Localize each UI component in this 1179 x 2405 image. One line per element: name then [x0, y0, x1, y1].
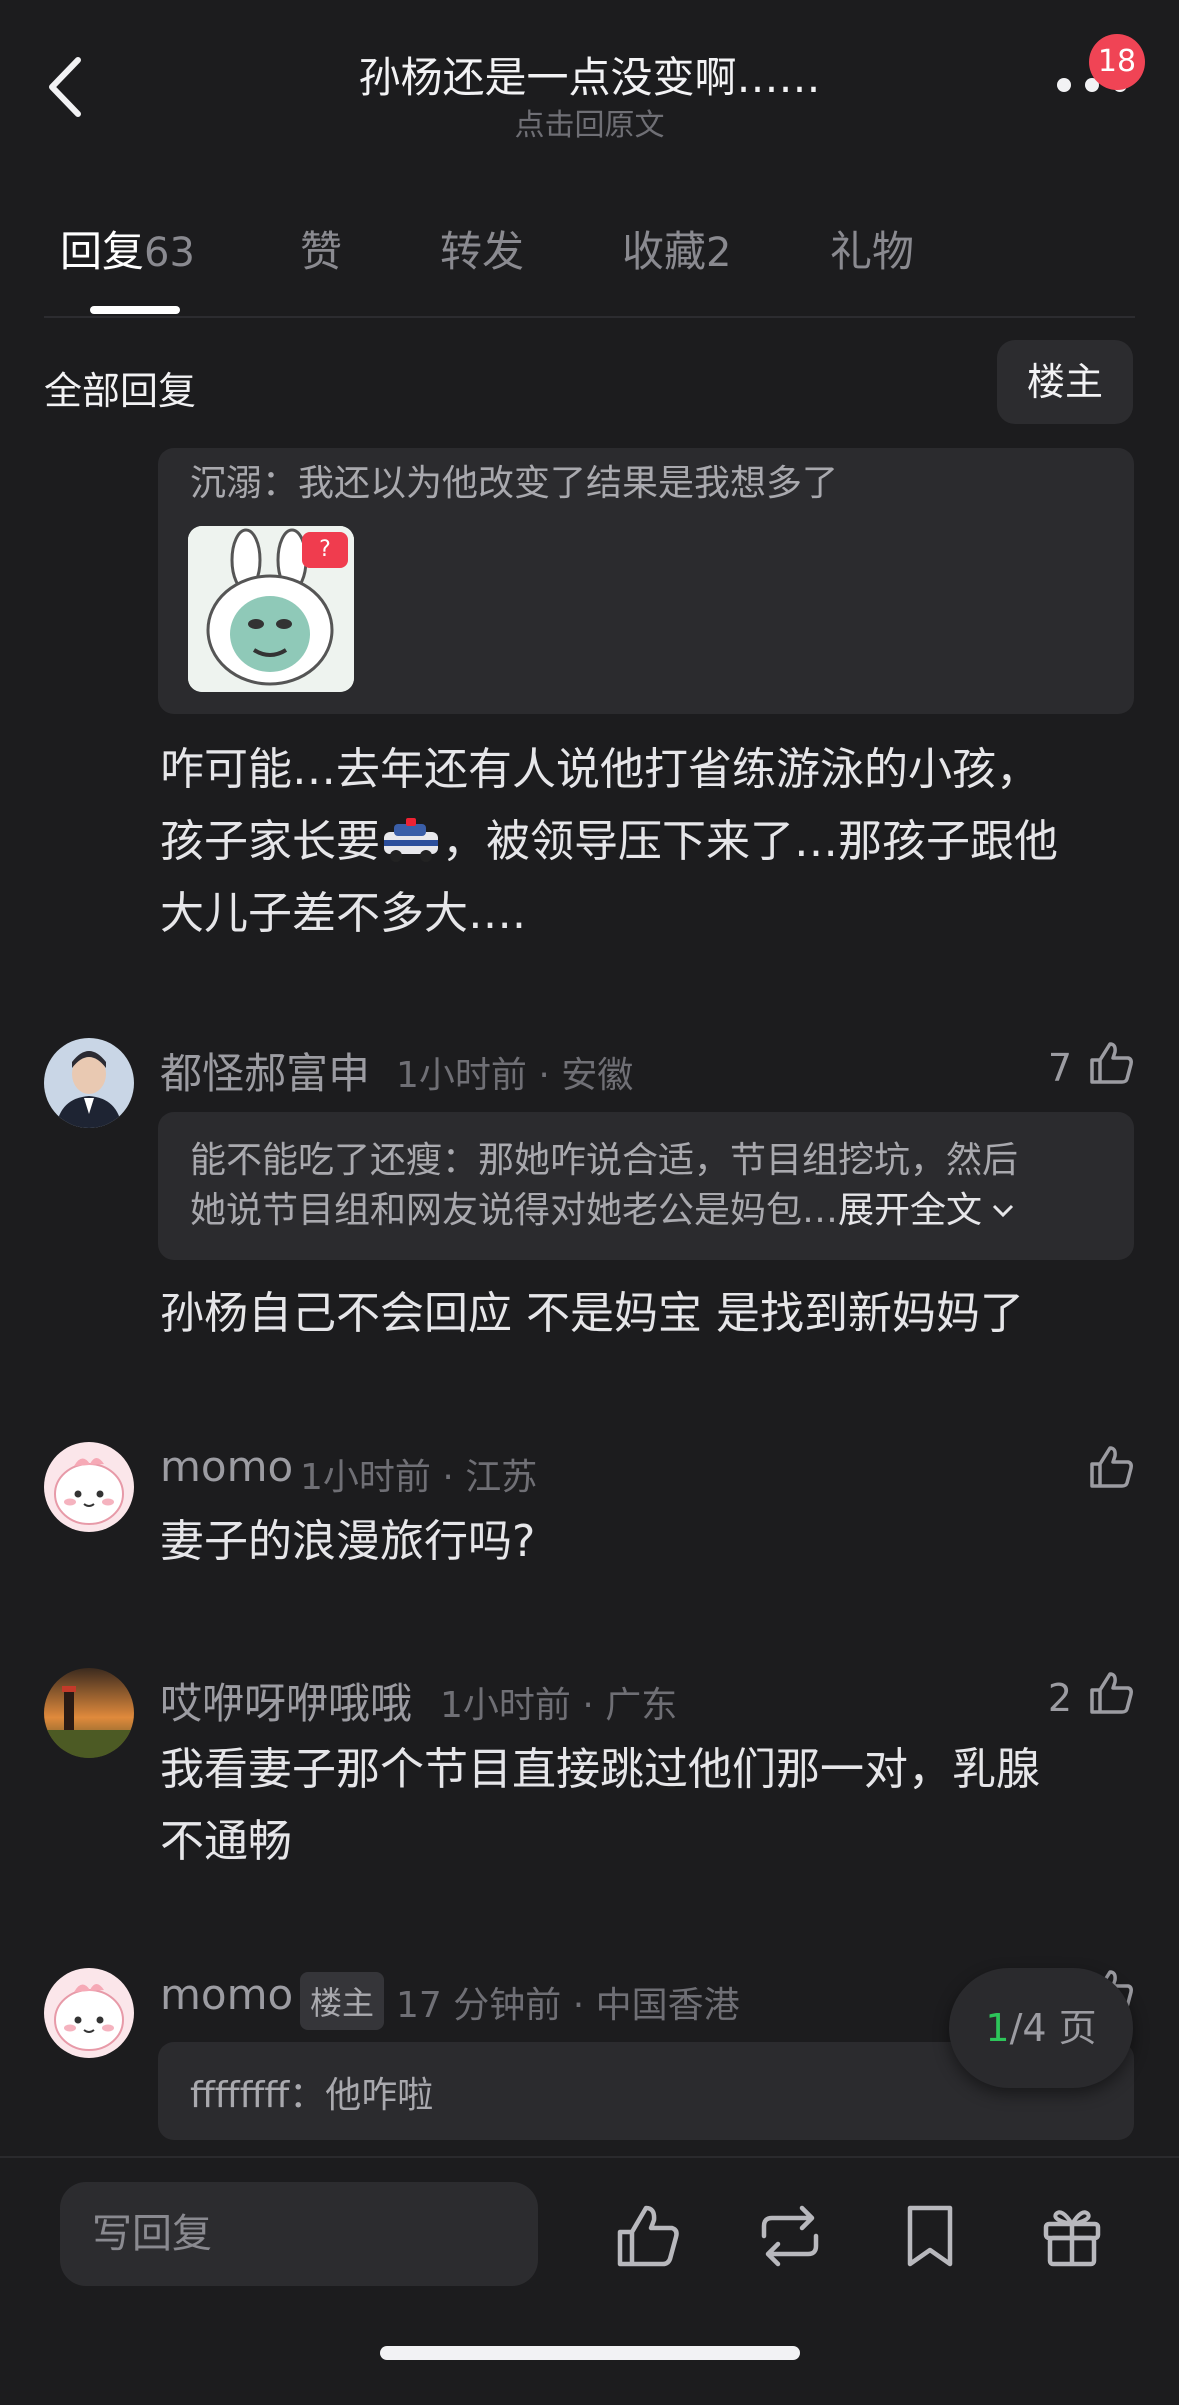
comment-text-line: 不通畅: [160, 1816, 292, 1867]
chevron-down-icon: [992, 1204, 1014, 1218]
reply-text-segment: 孩子家长要: [160, 816, 380, 867]
comment-text-line: 我看妻子那个节目直接跳过他们那一对，乳腺: [160, 1744, 1040, 1795]
total-pages: /4 页: [1009, 2006, 1097, 2050]
reply-text-line: 大儿子差不多大….: [160, 888, 526, 939]
avatar[interactable]: [44, 1442, 134, 1532]
tab-label: 回复: [60, 227, 145, 276]
like-count: 2: [1047, 1676, 1072, 1720]
quote-text: 那她咋说合适，节目组挖坑，然后: [478, 1140, 1019, 1181]
expand-full-text-link[interactable]: 展开全文: [838, 1190, 982, 1231]
reply-text-segment: ，被领导压下来了…那孩子跟他: [442, 816, 1058, 867]
filter-row: 全部回复 楼主: [0, 340, 1179, 430]
comment-meta: 1小时前 · 广东: [440, 1685, 678, 1726]
thumb-up-icon[interactable]: [1086, 1668, 1136, 1718]
cute-pink-avatar-icon: [44, 1968, 134, 2058]
reply-text-line: 咋可能…去年还有人说他打省练游泳的小孩，: [160, 744, 1040, 795]
quote-author: 沉溺：: [190, 463, 299, 504]
back-to-original-link[interactable]: 点击回原文: [0, 100, 1179, 144]
thumb-up-icon[interactable]: [1086, 1442, 1136, 1492]
avatar[interactable]: [44, 1668, 134, 1758]
tab-gifts[interactable]: 礼物: [830, 218, 914, 279]
tab-label: 转发: [440, 227, 525, 276]
username[interactable]: 都怪郝富申: [160, 1040, 370, 1101]
username[interactable]: momo: [160, 1442, 293, 1491]
avatar[interactable]: [44, 1968, 134, 2058]
quote-text: 我还以为他改变了结果是我想多了: [298, 463, 839, 504]
repost-icon[interactable]: [754, 2200, 826, 2272]
page-title[interactable]: 孙杨还是一点没变啊……: [0, 44, 1179, 105]
tab-label: 收藏: [622, 227, 707, 276]
quote-author: 能不能吃了还瘦：: [190, 1140, 479, 1181]
quote-line: 她说节目组和网友说得对她老公是妈包…展开全文: [190, 1186, 1018, 1236]
quote-content: 能不能吃了还瘦：那她咋说合适，节目组挖坑，然后 她说节目组和网友说得对她老公是妈…: [190, 1136, 1018, 1236]
bookmark-icon[interactable]: [894, 2200, 966, 2272]
user-photo-icon: [44, 1038, 134, 1128]
like-icon[interactable]: [612, 2200, 684, 2272]
home-indicator: [380, 2346, 800, 2360]
tab-label: 礼物: [830, 227, 915, 276]
tab-bar: 回复63 赞 转发 收藏2 礼物: [0, 218, 1179, 318]
sticker-badge: ?: [302, 532, 348, 568]
tab-count: 63: [144, 230, 195, 276]
sticker-image[interactable]: ?: [188, 526, 354, 692]
quote-text: 他咋啦: [325, 2075, 434, 2116]
quote-line: 沉溺：我还以为他改变了结果是我想多了: [190, 454, 838, 506]
username[interactable]: 哎咿呀咿哦哦: [160, 1670, 412, 1731]
current-page: 1: [985, 2006, 1010, 2050]
tab-replies[interactable]: 回复63: [60, 218, 195, 279]
comment-meta: 17 分钟前 · 中国香港: [396, 1985, 740, 2026]
username[interactable]: momo: [160, 1970, 293, 2019]
sunset-lighthouse-avatar-icon: [44, 1668, 134, 1758]
quoted-reply[interactable]: 能不能吃了还瘦：那她咋说合适，节目组挖坑，然后 她说节目组和网友说得对她老公是妈…: [158, 1112, 1134, 1260]
comment-text: 孙杨自己不会回应 不是妈宝 是找到新妈妈了: [160, 1288, 1024, 1339]
comment-meta: 1小时前 · 安徽: [396, 1055, 634, 1096]
tab-label: 赞: [300, 227, 343, 276]
notification-badge: 18: [1089, 34, 1145, 90]
tab-reposts[interactable]: 转发: [440, 218, 524, 279]
owner-only-button[interactable]: 楼主: [997, 340, 1133, 424]
reply-input[interactable]: 写回复: [60, 2182, 538, 2286]
gift-icon[interactable]: [1036, 2200, 1108, 2272]
comment-meta: 1小时前 · 江苏: [300, 1457, 538, 1498]
owner-tag: 楼主: [300, 1972, 385, 2030]
bottom-action-bar: 写回复: [0, 2156, 1179, 2405]
page-indicator[interactable]: 1/4 页: [949, 1968, 1133, 2088]
tab-count: 2: [706, 230, 732, 276]
quote-line: 能不能吃了还瘦：那她咋说合适，节目组挖坑，然后: [190, 1136, 1018, 1186]
comment-text: 妻子的浪漫旅行吗?: [160, 1516, 536, 1567]
comment-text: 我看妻子那个节目直接跳过他们那一对，乳腺 不通畅: [160, 1734, 1140, 1878]
reply-text: 咋可能…去年还有人说他打省练游泳的小孩， 孩子家长要 ，被领导压下来了…那孩子跟…: [160, 734, 1140, 950]
header: 孙杨还是一点没变啊…… 点击回原文 18: [0, 0, 1179, 160]
tab-likes[interactable]: 赞: [300, 218, 342, 279]
active-tab-indicator: [90, 306, 180, 314]
quote-line: ffffffff：他咋啦: [190, 2066, 433, 2118]
police-car-emoji-icon: [384, 818, 438, 862]
quote-text: 她说节目组和网友说得对她老公是妈包…: [190, 1190, 839, 1231]
avatar[interactable]: [44, 1038, 134, 1128]
quote-author: ffffffff：: [190, 2075, 326, 2116]
all-replies-label: 全部回复: [44, 369, 197, 413]
like-count: 7: [1047, 1046, 1072, 1090]
thumb-up-icon[interactable]: [1086, 1038, 1136, 1088]
reply-text-line: 孩子家长要 ，被领导压下来了…那孩子跟他: [160, 806, 1140, 878]
divider: [44, 316, 1135, 318]
tab-favorites[interactable]: 收藏2: [622, 218, 731, 279]
cute-pink-avatar-icon: [44, 1442, 134, 1532]
